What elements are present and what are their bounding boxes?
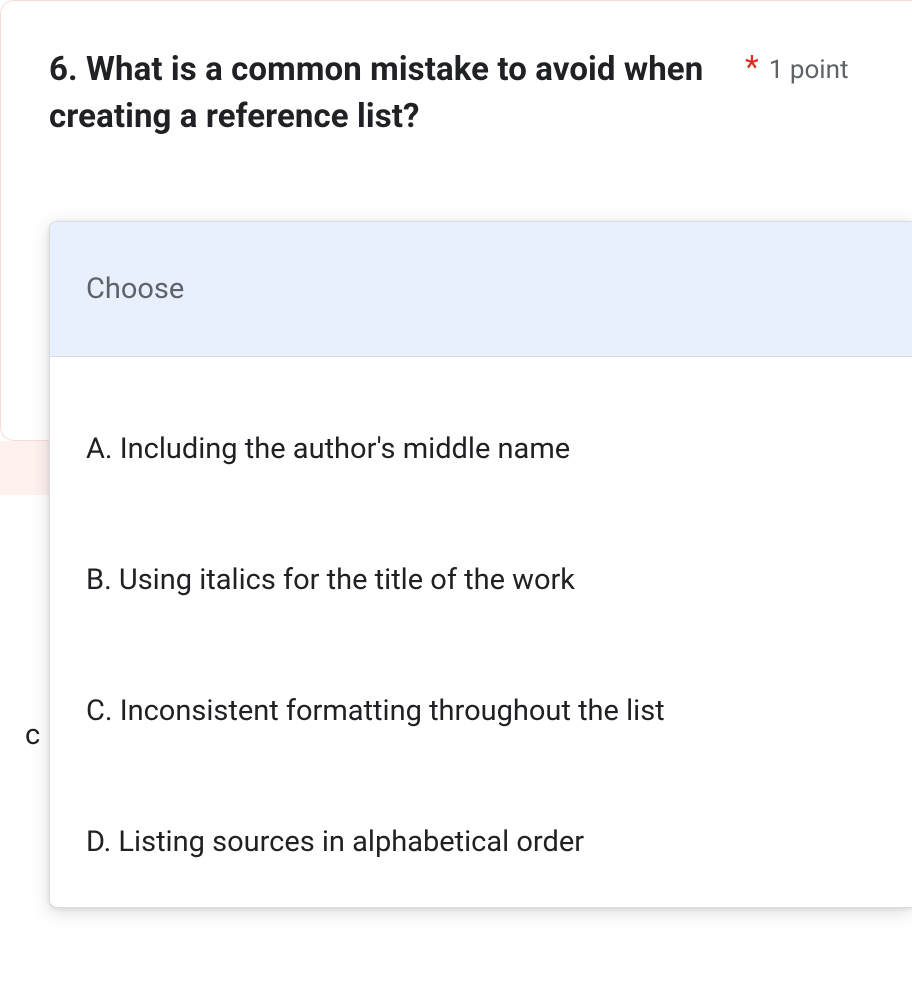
dropdown-option-a[interactable]: A. Including the author's middle name (50, 383, 912, 514)
question-header: 6. What is a common mistake to avoid whe… (49, 47, 912, 141)
dropdown-placeholder-option[interactable]: Choose (50, 222, 912, 356)
obscured-text: c (25, 718, 40, 752)
required-asterisk: * (745, 51, 759, 83)
dropdown-option-d[interactable]: D. Listing sources in alphabetical order (50, 776, 912, 907)
dropdown-option-b[interactable]: B. Using italics for the title of the wo… (50, 514, 912, 645)
obscured-text (25, 596, 32, 630)
dropdown-spacer (50, 357, 912, 383)
question-meta: * 1 point (745, 47, 848, 85)
dropdown-option-c[interactable]: C. Inconsistent formatting throughout th… (50, 645, 912, 776)
answer-dropdown[interactable]: Choose A. Including the author's middle … (49, 221, 912, 908)
points-label: 1 point (769, 55, 849, 85)
question-text: 6. What is a common mistake to avoid whe… (49, 47, 729, 141)
